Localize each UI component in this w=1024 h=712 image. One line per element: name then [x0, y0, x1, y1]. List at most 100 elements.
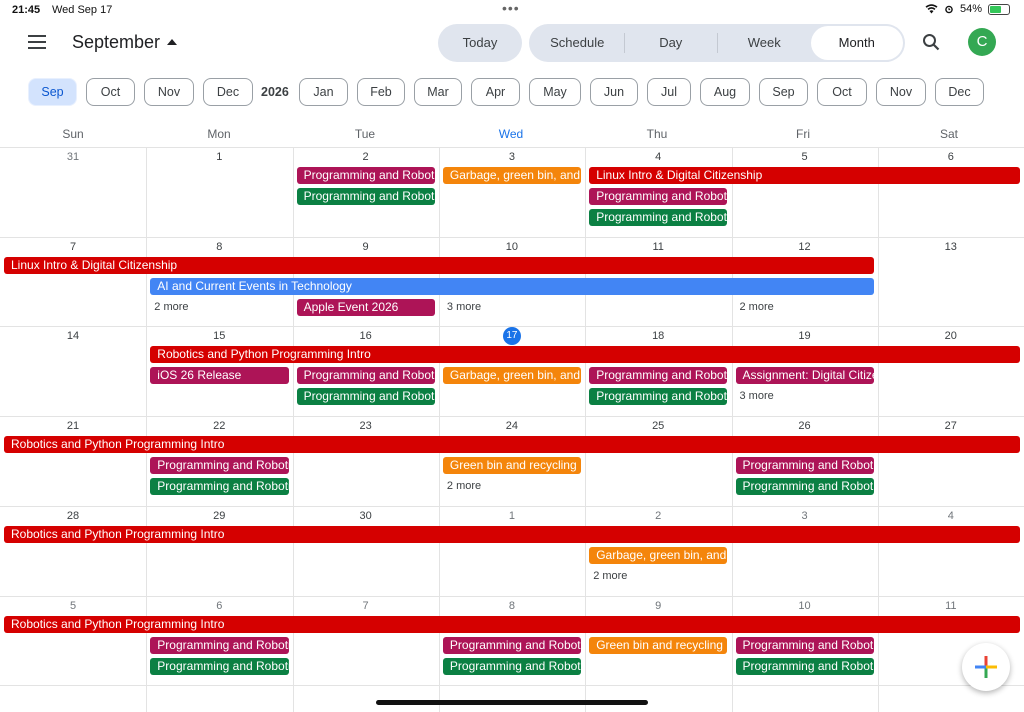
month-pill[interactable]: Apr — [471, 78, 520, 106]
event-chip[interactable]: Robotics and Python Programming Intro — [150, 346, 1021, 364]
day-number[interactable]: 14 — [0, 330, 146, 342]
more-events-link[interactable]: 2 more — [154, 301, 188, 313]
day-number[interactable]: 3 — [732, 510, 878, 522]
day-number[interactable]: 1 — [146, 151, 292, 163]
day-number[interactable]: 4 — [585, 151, 731, 163]
event-chip[interactable]: Garbage, green bin, and recycling — [442, 367, 582, 385]
day-number[interactable]: 19 — [732, 330, 878, 342]
day-number[interactable]: 9 — [585, 600, 731, 612]
day-number[interactable]: 10 — [439, 241, 585, 253]
month-pill[interactable]: Jun — [590, 78, 638, 106]
day-number[interactable]: 31 — [0, 151, 146, 163]
day-number[interactable]: 27 — [878, 420, 1024, 432]
today-button[interactable]: Today — [438, 24, 522, 62]
event-chip[interactable]: Programming and Robotics — [150, 457, 289, 475]
day-number[interactable]: 20 — [878, 330, 1024, 342]
day-number[interactable]: 3 — [439, 151, 585, 163]
day-number[interactable]: 5 — [732, 151, 878, 163]
day-number[interactable]: 15 — [146, 330, 292, 342]
day-number[interactable]: 4 — [878, 510, 1024, 522]
more-events-link[interactable]: 2 more — [447, 480, 481, 492]
day-number[interactable]: 28 — [0, 510, 146, 522]
month-pill[interactable]: Dec — [203, 78, 253, 106]
more-events-link[interactable]: 3 more — [447, 301, 481, 313]
day-number[interactable]: 13 — [878, 241, 1024, 253]
day-number[interactable]: 18 — [585, 330, 731, 342]
day-number[interactable]: 30 — [293, 510, 439, 522]
day-number[interactable]: 29 — [146, 510, 292, 522]
view-month[interactable]: Month — [810, 26, 903, 60]
month-pill[interactable]: Oct — [86, 78, 135, 106]
month-pill[interactable]: Dec — [935, 78, 984, 106]
event-chip[interactable]: Programming and Robotics — [735, 478, 874, 496]
day-number[interactable]: 25 — [585, 420, 731, 432]
day-number[interactable]: 6 — [878, 151, 1024, 163]
day-number[interactable]: 7 — [0, 241, 146, 253]
caret-down-icon[interactable] — [167, 39, 177, 45]
event-chip[interactable]: Green bin and recycling — [442, 457, 582, 475]
event-chip[interactable]: iOS 26 Release — [150, 367, 289, 385]
more-events-link[interactable]: 3 more — [740, 390, 774, 402]
search-icon[interactable] — [922, 33, 940, 51]
day-number[interactable]: 11 — [878, 600, 1024, 612]
day-number[interactable]: 2 — [585, 510, 731, 522]
day-number[interactable]: 1 — [439, 510, 585, 522]
month-pill[interactable]: May — [529, 78, 581, 106]
day-number[interactable]: 8 — [439, 600, 585, 612]
day-number[interactable]: 26 — [732, 420, 878, 432]
event-chip[interactable]: Linux Intro & Digital Citizenship — [589, 167, 1021, 184]
month-pill[interactable]: Nov — [144, 78, 194, 106]
event-chip[interactable]: Programming and Robotics — [150, 478, 289, 496]
month-pill[interactable]: Feb — [357, 78, 405, 106]
month-pill[interactable]: Sep — [759, 78, 808, 106]
day-number[interactable]: 12 — [732, 241, 878, 253]
view-schedule[interactable]: Schedule — [531, 26, 624, 60]
event-chip[interactable]: Robotics and Python Programming Intro — [4, 615, 1021, 633]
view-week[interactable]: Week — [718, 26, 811, 60]
day-number[interactable]: 11 — [585, 241, 731, 253]
event-chip[interactable]: Programming and Robotics — [296, 388, 435, 406]
event-chip[interactable]: Assignment: Digital Citizenship — [735, 367, 874, 385]
day-number[interactable]: 6 — [146, 600, 292, 612]
day-number[interactable]: 7 — [293, 600, 439, 612]
event-chip[interactable]: AI and Current Events in Technology — [150, 277, 874, 295]
multitasking-dots-icon[interactable]: ••• — [502, 0, 520, 16]
day-number-today[interactable]: 17 — [439, 327, 585, 346]
day-number[interactable]: 16 — [293, 330, 439, 342]
event-chip[interactable]: Robotics and Python Programming Intro — [4, 525, 1021, 543]
month-pill[interactable]: Aug — [700, 78, 750, 106]
day-number[interactable]: 22 — [146, 420, 292, 432]
month-pill[interactable]: Mar — [414, 78, 462, 106]
day-number[interactable]: 10 — [732, 600, 878, 612]
event-chip[interactable]: Programming and Robotics — [442, 636, 582, 654]
month-pill[interactable]: Jul — [647, 78, 691, 106]
month-pill-current[interactable]: Sep — [28, 78, 77, 106]
event-chip[interactable]: Programming and Robotics — [296, 188, 435, 205]
avatar[interactable]: C — [968, 28, 996, 56]
day-number[interactable]: 8 — [146, 241, 292, 253]
event-chip[interactable]: Apple Event 2026 — [296, 298, 435, 316]
day-number[interactable]: 9 — [293, 241, 439, 253]
day-number[interactable]: 5 — [0, 600, 146, 612]
month-pill[interactable]: Jan — [299, 78, 348, 106]
event-chip[interactable]: Green bin and recycling — [589, 636, 728, 654]
home-indicator[interactable] — [376, 700, 648, 705]
event-chip[interactable]: Programming and Robotics — [589, 367, 728, 385]
view-day[interactable]: Day — [625, 26, 718, 60]
month-pill[interactable]: Oct — [817, 78, 867, 106]
event-chip[interactable]: Programming and Robotics — [150, 657, 289, 675]
hamburger-menu-icon[interactable] — [28, 35, 46, 49]
day-number[interactable]: 2 — [293, 151, 439, 163]
day-number[interactable]: 21 — [0, 420, 146, 432]
month-pill[interactable]: Nov — [876, 78, 926, 106]
event-chip[interactable]: Programming and Robotics — [589, 209, 728, 226]
event-chip[interactable]: Garbage, green bin, and recycling — [442, 167, 582, 184]
event-chip[interactable]: Robotics and Python Programming Intro — [4, 436, 1021, 454]
month-title[interactable]: September — [72, 32, 160, 53]
event-chip[interactable]: Garbage, green bin, and recycling — [589, 546, 728, 564]
day-number[interactable]: 23 — [293, 420, 439, 432]
more-events-link[interactable]: 2 more — [740, 301, 774, 313]
event-chip[interactable]: Programming and Robotics — [735, 457, 874, 475]
event-chip[interactable]: Programming and Robotics — [589, 188, 728, 205]
event-chip[interactable]: Programming and Robotics — [735, 636, 874, 654]
